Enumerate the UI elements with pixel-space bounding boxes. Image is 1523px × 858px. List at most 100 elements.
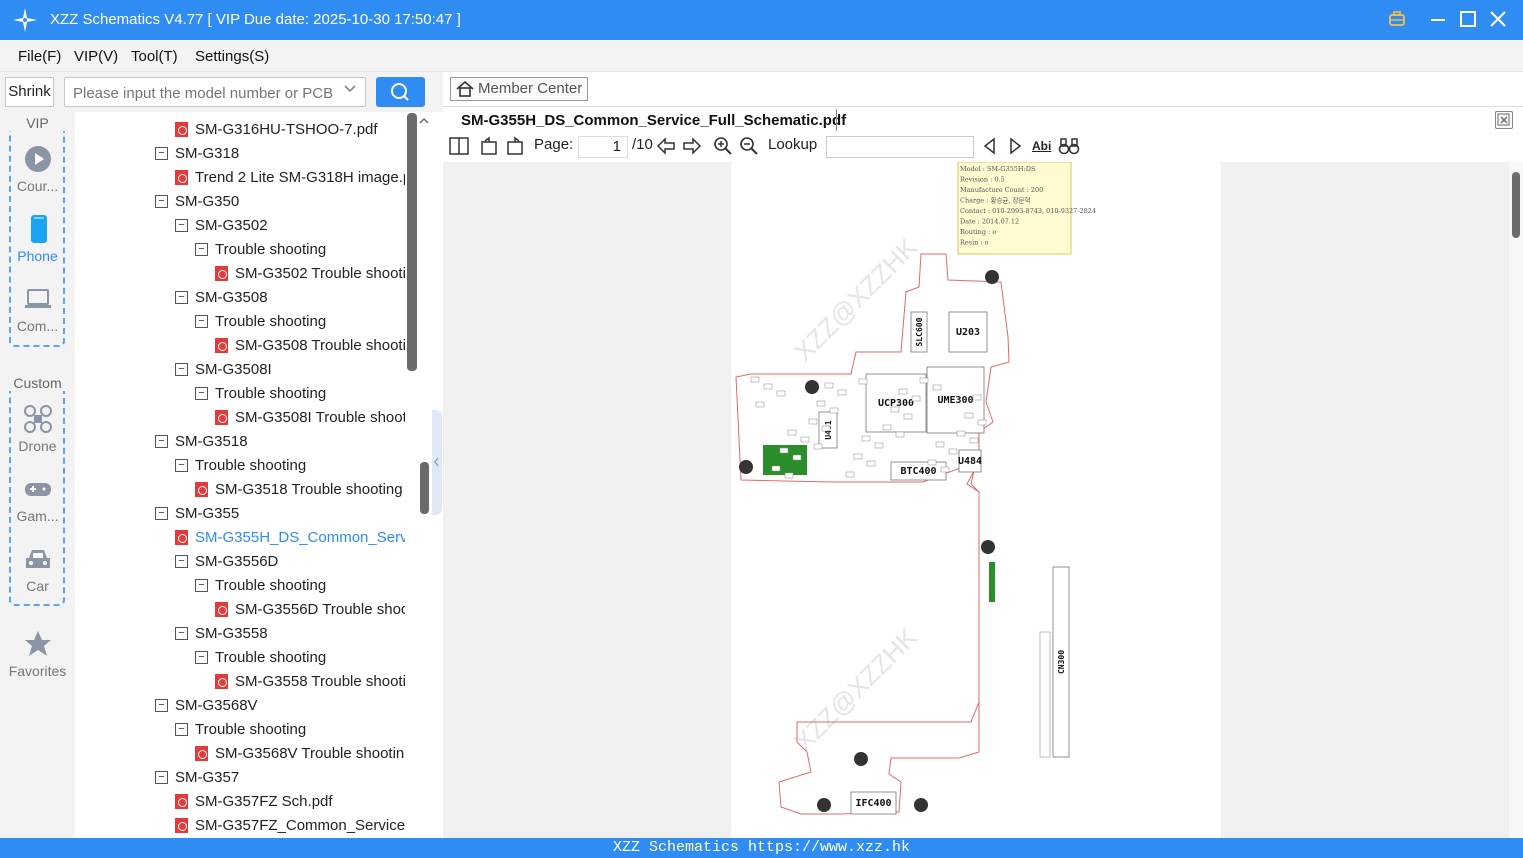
page-number-input[interactable]: 1 xyxy=(578,136,628,158)
tree-file-item[interactable]: SM-G3568V Trouble shootin xyxy=(195,741,404,765)
collapse-toggle-icon[interactable]: − xyxy=(155,434,168,448)
nav-item-computer[interactable]: Com... xyxy=(0,284,75,334)
model-search-input[interactable] xyxy=(73,83,333,103)
tree-folder-item[interactable]: − Trouble shooting xyxy=(195,381,326,405)
collapse-toggle-icon[interactable]: − xyxy=(155,194,168,208)
tree-folder-item[interactable]: − Trouble shooting xyxy=(175,717,306,741)
tree-item-label: SM-G3556D Trouble shoc xyxy=(235,600,405,618)
collapse-toggle-icon[interactable]: − xyxy=(195,386,208,400)
menu-file[interactable]: File(F) xyxy=(18,48,61,65)
tree-file-item[interactable]: SM-G355H_DS_Common_Servic xyxy=(175,525,405,549)
menu-tool[interactable]: Tool(T) xyxy=(131,48,178,65)
tree-folder-item[interactable]: − SM-G350 xyxy=(155,189,239,213)
nav-item-game[interactable]: Gam... xyxy=(0,474,75,524)
small-part xyxy=(800,436,810,443)
previous-page-icon[interactable] xyxy=(656,136,676,156)
two-page-view-icon[interactable] xyxy=(449,136,469,156)
outer-scrollbar-thumb[interactable] xyxy=(420,462,429,514)
vip-briefcase-icon[interactable] xyxy=(1386,9,1408,31)
nav-item-course[interactable]: Cour... xyxy=(0,144,75,194)
next-page-icon[interactable] xyxy=(682,136,702,156)
collapse-toggle-icon[interactable]: − xyxy=(175,218,188,232)
binoculars-icon[interactable] xyxy=(1058,136,1080,156)
tree-file-item[interactable]: SM-G3502 Trouble shooti xyxy=(215,261,405,285)
tree-folder-item[interactable]: − Trouble shooting xyxy=(175,453,306,477)
tree-file-item[interactable]: Trend 2 Lite SM-G318H image.p xyxy=(175,165,405,189)
collapse-toggle-icon[interactable]: − xyxy=(155,770,168,784)
tree-folder-item[interactable]: − SM-G3568V xyxy=(155,693,258,717)
viewer-scrollbar-thumb[interactable] xyxy=(1512,172,1520,238)
minimize-button[interactable] xyxy=(1427,9,1449,31)
tree-folder-item[interactable]: − SM-G3556D xyxy=(175,549,278,573)
tree-folder-item[interactable]: − Trouble shooting xyxy=(195,573,326,597)
member-center-button[interactable]: Member Center xyxy=(450,77,588,101)
collapse-toggle-icon[interactable]: − xyxy=(155,146,168,160)
tree-file-item[interactable]: SM-G316HU-TSHOO-7.pdf xyxy=(175,117,378,141)
collapse-toggle-icon[interactable]: − xyxy=(195,578,208,592)
tree-folder-item[interactable]: − Trouble shooting xyxy=(195,309,326,333)
collapse-toggle-icon[interactable]: − xyxy=(195,314,208,328)
zoom-out-icon[interactable] xyxy=(739,136,759,156)
tree-folder-item[interactable]: − SM-G3502 xyxy=(175,213,268,237)
nav-item-phone[interactable]: Phone xyxy=(0,214,75,264)
tree-folder-item[interactable]: − SM-G357 xyxy=(155,765,239,789)
tree-file-item[interactable]: SM-G3508 Trouble shooti xyxy=(215,333,405,357)
tree-folder-item[interactable]: − Trouble shooting xyxy=(195,237,326,261)
lookup-input[interactable] xyxy=(826,136,974,158)
model-search-box[interactable] xyxy=(64,77,366,107)
collapse-toggle-icon[interactable]: − xyxy=(175,722,188,736)
collapse-toggle-icon[interactable]: − xyxy=(175,290,188,304)
menu-settings[interactable]: Settings(S) xyxy=(195,48,269,65)
tree-item-label: SM-G355 xyxy=(175,504,240,522)
nav-item-favorites[interactable]: Favorites xyxy=(0,629,75,679)
component-label: U484 xyxy=(958,456,982,467)
pdf-canvas[interactable]: XZZ@XZZHKXZZ@XZZHKXZZ@XZZHKXZZ@XZZHKMode… xyxy=(443,161,1509,838)
nav-item-drone[interactable]: Drone xyxy=(0,404,75,454)
find-previous-icon[interactable] xyxy=(982,136,998,156)
tree-folder-item[interactable]: − SM-G3518 xyxy=(155,429,248,453)
tree-folder-item[interactable]: − SM-G318 xyxy=(155,141,239,165)
zoom-in-icon[interactable] xyxy=(713,136,733,156)
close-button[interactable] xyxy=(1487,9,1509,31)
tree-file-item[interactable]: SM-G3508I Trouble shoot xyxy=(215,405,405,429)
watermark-text: XZZ@XZZHK xyxy=(788,622,923,757)
tree-folder-item[interactable]: − Trouble shooting xyxy=(195,645,326,669)
close-tab-button[interactable] xyxy=(1495,111,1513,129)
scroll-up-icon[interactable] xyxy=(419,114,429,126)
panel-splitter[interactable] xyxy=(432,410,442,515)
find-next-icon[interactable] xyxy=(1007,136,1023,156)
tree-file-item[interactable]: SM-G3556D Trouble shoc xyxy=(215,597,405,621)
collapse-toggle-icon[interactable]: − xyxy=(175,458,188,472)
collapse-toggle-icon[interactable]: − xyxy=(175,554,188,568)
menu-vip[interactable]: VIP(V) xyxy=(74,48,118,65)
tree-file-item[interactable]: SM-G3518 Trouble shooting xyxy=(195,477,403,501)
tree-scrollbar-thumb[interactable] xyxy=(407,113,417,371)
chevron-left-icon[interactable] xyxy=(432,410,442,515)
collapse-toggle-icon[interactable]: − xyxy=(155,506,168,520)
search-button[interactable] xyxy=(376,77,425,107)
chevron-down-icon[interactable] xyxy=(343,82,357,99)
tree-file-item[interactable]: SM-G357FZ Sch.pdf xyxy=(175,789,333,813)
collapse-toggle-icon[interactable]: − xyxy=(175,626,188,640)
info-line: Routing : o xyxy=(960,228,996,236)
collapse-toggle-icon[interactable]: − xyxy=(195,242,208,256)
document-tab[interactable]: SM-G355H_DS_Common_Service_Full_Schemati… xyxy=(461,112,846,129)
category-sidebar: VIP Cour... Phone Com... Custom Drone Ga… xyxy=(0,112,75,838)
nav-item-car[interactable]: Car xyxy=(0,544,75,594)
tree-folder-item[interactable]: − SM-G3508 xyxy=(175,285,268,309)
rotate-left-icon[interactable] xyxy=(479,136,499,156)
match-case-button[interactable]: Abi xyxy=(1032,139,1051,153)
maximize-button[interactable] xyxy=(1457,9,1479,31)
tree-folder-item[interactable]: − SM-G3558 xyxy=(175,621,268,645)
tree-file-item[interactable]: SM-G357FZ_Common_Service_F xyxy=(175,813,405,837)
small-part xyxy=(890,406,900,413)
tree-file-item[interactable]: SM-G3558 Trouble shooti xyxy=(215,669,405,693)
tree-folder-item[interactable]: − SM-G3508I xyxy=(175,357,272,381)
collapse-toggle-icon[interactable]: − xyxy=(195,650,208,664)
tree-folder-item[interactable]: − SM-G355 xyxy=(155,501,239,525)
viewer-scrollbar[interactable] xyxy=(1509,162,1523,838)
rotate-right-icon[interactable] xyxy=(505,136,525,156)
collapse-toggle-icon[interactable]: − xyxy=(175,362,188,376)
collapse-toggle-icon[interactable]: − xyxy=(155,698,168,712)
shrink-button[interactable]: Shrink xyxy=(5,77,54,107)
